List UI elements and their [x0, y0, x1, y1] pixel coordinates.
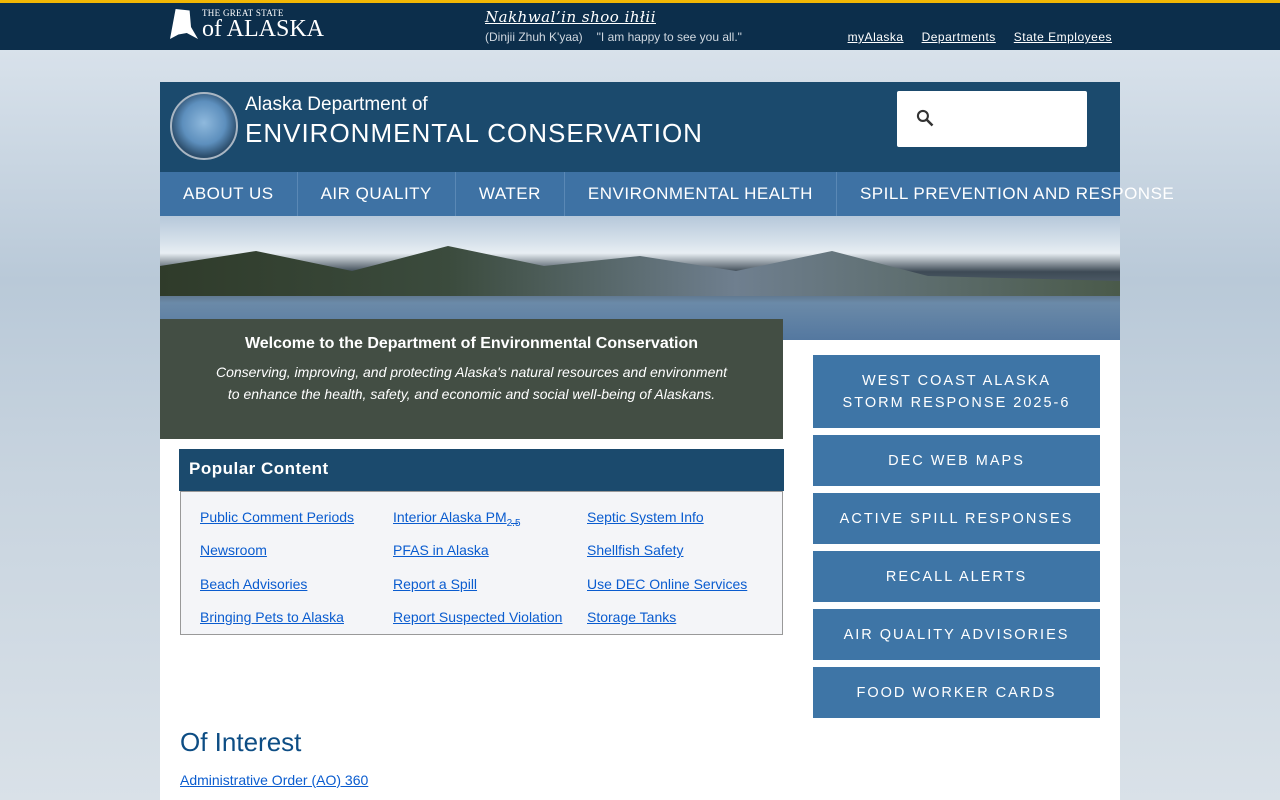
- welcome-title: Welcome to the Department of Environment…: [244, 335, 699, 352]
- nav-environmental-health[interactable]: ENVIRONMENTAL HEALTH: [565, 172, 837, 216]
- nav-water[interactable]: WATER: [456, 172, 565, 216]
- popular-link[interactable]: Report Suspected Violation: [393, 609, 587, 629]
- search-input[interactable]: [945, 101, 1075, 137]
- native-greeting: Nakhwal’in shoo ihłii (Dinjii Zhuh K'yaa…: [485, 8, 756, 44]
- popular-link[interactable]: Beach Advisories: [200, 576, 393, 596]
- logo-line2: of ALASKA: [202, 16, 325, 42]
- state-of-alaska-logo[interactable]: THE GREAT STATE of ALASKA: [170, 8, 325, 42]
- nav-spill-prevention[interactable]: SPILL PREVENTION AND RESPONSE: [837, 172, 1197, 216]
- popular-link[interactable]: PFAS in Alaska: [393, 542, 587, 562]
- interest-link[interactable]: Administrative Order (AO) 360: [180, 772, 368, 788]
- of-interest-section: Of Interest Administrative Order (AO) 36…: [180, 727, 368, 788]
- storm-response-label: WEST COAST ALASKA STORM RESPONSE 2025-6: [842, 372, 1071, 411]
- search-icon[interactable]: [915, 108, 935, 128]
- alaska-map-icon: [170, 9, 198, 39]
- page-container: Alaska Department of ENVIRONMENTAL CONSE…: [160, 82, 1174, 800]
- dec-seal-logo[interactable]: [170, 92, 238, 160]
- main-nav: ABOUT US AIR QUALITY WATER ENVIRONMENTAL…: [160, 172, 1174, 216]
- popular-content: Popular Content Public Comment Periods I…: [179, 449, 784, 635]
- top-links: myAlaska Departments State Employees: [848, 30, 1112, 44]
- popular-link[interactable]: Septic System Info: [587, 509, 782, 529]
- of-interest-title: Of Interest: [180, 727, 302, 757]
- state-employees-link[interactable]: State Employees: [1014, 30, 1112, 44]
- agency-title[interactable]: Alaska Department of ENVIRONMENTAL CONSE…: [245, 94, 703, 149]
- popular-link[interactable]: Interior Alaska PM2.5: [393, 509, 587, 529]
- state-top-bar: THE GREAT STATE of ALASKA Nakhwal’in shoo…: [0, 0, 1280, 50]
- quick-links: WEST COAST ALASKA STORM RESPONSE 2025-6 …: [813, 355, 1100, 718]
- agency-line1: Alaska Department of: [245, 94, 428, 115]
- web-maps-button[interactable]: DEC WEB MAPS: [813, 435, 1100, 486]
- active-spill-responses-button[interactable]: ACTIVE SPILL RESPONSES: [813, 493, 1100, 544]
- search-box[interactable]: [897, 91, 1087, 147]
- popular-content-title: Popular Content: [179, 449, 784, 491]
- popular-link[interactable]: Bringing Pets to Alaska: [200, 609, 393, 629]
- food-worker-cards-button[interactable]: FOOD WORKER CARDS: [813, 667, 1100, 718]
- nav-air-quality[interactable]: AIR QUALITY: [298, 172, 456, 216]
- native-translation: "I am happy to see you all.": [596, 30, 742, 44]
- popular-link[interactable]: Report a Spill: [393, 576, 587, 596]
- recall-alerts-button[interactable]: RECALL ALERTS: [813, 551, 1100, 602]
- native-language: (Dinjii Zhuh K'yaa): [485, 30, 583, 44]
- popular-link[interactable]: Newsroom: [200, 542, 393, 562]
- popular-link[interactable]: Shellfish Safety: [587, 542, 782, 562]
- pm-subscript: 2.5: [506, 517, 521, 529]
- myalaska-link[interactable]: myAlaska: [848, 30, 904, 44]
- nav-about-us[interactable]: ABOUT US: [160, 172, 298, 216]
- welcome-box: Welcome to the Department of Environment…: [160, 319, 783, 439]
- welcome-text: Conserving, improving, and protecting Al…: [215, 364, 728, 402]
- popular-link[interactable]: Use DEC Online Services: [587, 576, 782, 596]
- popular-link[interactable]: Public Comment Periods: [200, 509, 393, 529]
- storm-response-button[interactable]: WEST COAST ALASKA STORM RESPONSE 2025-6: [813, 355, 1100, 428]
- popular-link-text: Interior Alaska PM: [393, 509, 507, 525]
- popular-link[interactable]: Storage Tanks: [587, 609, 782, 629]
- native-phrase[interactable]: Nakhwal’in shoo ihłii: [485, 8, 756, 26]
- agency-line2: ENVIRONMENTAL CONSERVATION: [245, 118, 703, 148]
- agency-header: Alaska Department of ENVIRONMENTAL CONSE…: [160, 82, 1120, 172]
- departments-link[interactable]: Departments: [922, 30, 996, 44]
- air-quality-advisories-button[interactable]: AIR QUALITY ADVISORIES: [813, 609, 1100, 660]
